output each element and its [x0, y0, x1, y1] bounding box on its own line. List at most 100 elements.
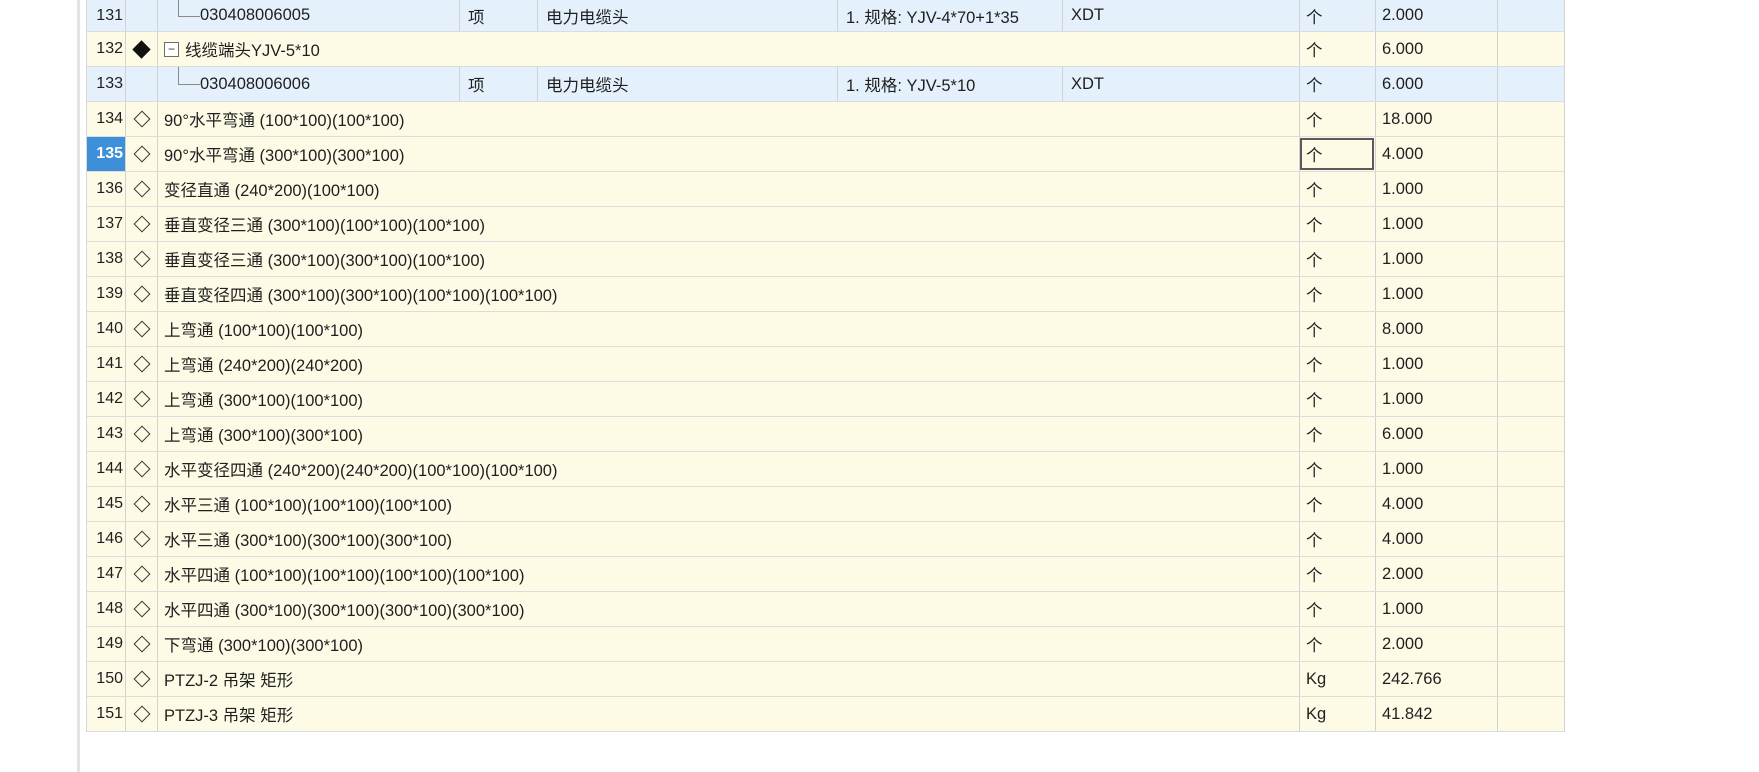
quantity-cell[interactable]: 1.000 — [1375, 207, 1497, 241]
quantity-cell[interactable]: 6.000 — [1375, 32, 1497, 66]
table-row[interactable]: 143 上弯通 (300*100)(300*100) 个 6.000 — [87, 417, 1565, 452]
unit-type-cell[interactable]: 项 — [459, 0, 537, 31]
item-name-cell[interactable]: 垂直变径四通 (300*100)(300*100)(100*100)(100*1… — [157, 277, 1299, 311]
row-number[interactable]: 132 — [87, 32, 125, 66]
row-number[interactable]: 143 — [87, 417, 125, 451]
unit-cell[interactable]: 个 — [1299, 417, 1375, 451]
extra-cell[interactable] — [1497, 522, 1565, 556]
unit-cell[interactable]: 个 — [1299, 627, 1375, 661]
table-row[interactable]: 136 变径直通 (240*200)(100*100) 个 1.000 — [87, 172, 1565, 207]
item-name-cell[interactable]: 上弯通 (240*200)(240*200) — [157, 347, 1299, 381]
extra-cell[interactable] — [1497, 347, 1565, 381]
unit-cell[interactable]: 个 — [1299, 382, 1375, 416]
table-row[interactable]: 146 水平三通 (300*100)(300*100)(300*100) 个 4.00… — [87, 522, 1565, 557]
table-row[interactable]: 139 垂直变径四通 (300*100)(300*100)(100*100)(10… — [87, 277, 1565, 312]
table-row[interactable]: 134 90°水平弯通 (100*100)(100*100) 个 18.000 — [87, 102, 1565, 137]
unit-cell[interactable]: 个 — [1299, 102, 1375, 136]
table-row[interactable]: 145 水平三通 (100*100)(100*100)(100*100) 个 4.00… — [87, 487, 1565, 522]
quantity-cell[interactable]: 1.000 — [1375, 277, 1497, 311]
description-cell[interactable]: 电力电缆头 — [537, 67, 837, 101]
row-number[interactable]: 134 — [87, 102, 125, 136]
extra-cell[interactable] — [1497, 102, 1565, 136]
row-number[interactable]: 140 — [87, 312, 125, 346]
unit-cell[interactable]: 个 — [1299, 172, 1375, 206]
quantity-cell[interactable]: 41.842 — [1375, 697, 1497, 731]
row-number[interactable]: 149 — [87, 627, 125, 661]
unit-cell[interactable]: 个 — [1299, 242, 1375, 276]
table-row[interactable]: 151 PTZJ-3 吊架 矩形 Kg 41.842 — [87, 697, 1565, 732]
item-name-cell[interactable]: 垂直变径三通 (300*100)(300*100)(100*100) — [157, 242, 1299, 276]
quantity-cell[interactable]: 4.000 — [1375, 487, 1497, 521]
item-name-cell[interactable]: 90°水平弯通 (100*100)(100*100) — [157, 102, 1299, 136]
unit-cell[interactable]: 个 — [1299, 557, 1375, 591]
group-row[interactable]: 132− 线缆端头YJV-5*10 个 6.000 — [87, 32, 1565, 67]
extra-cell[interactable] — [1497, 137, 1565, 171]
extra-cell[interactable] — [1497, 697, 1565, 731]
extra-cell[interactable] — [1497, 277, 1565, 311]
table-row[interactable]: 141 上弯通 (240*200)(240*200) 个 1.000 — [87, 347, 1565, 382]
unit-cell[interactable]: 个 — [1299, 277, 1375, 311]
quantity-cell[interactable]: 1.000 — [1375, 382, 1497, 416]
quantity-cell[interactable]: 6.000 — [1375, 67, 1497, 101]
row-number[interactable]: 131 — [87, 0, 125, 31]
row-number[interactable]: 133 — [87, 67, 125, 101]
table-row[interactable]: 135 90°水平弯通 (300*100)(300*100) 个 4.000 — [87, 137, 1565, 172]
extra-cell[interactable] — [1497, 452, 1565, 486]
extra-cell[interactable] — [1497, 417, 1565, 451]
extra-cell[interactable] — [1497, 32, 1565, 66]
row-number[interactable]: 141 — [87, 347, 125, 381]
quantity-cell[interactable]: 8.000 — [1375, 312, 1497, 346]
item-name-cell[interactable]: 上弯通 (100*100)(100*100) — [157, 312, 1299, 346]
quantity-cell[interactable]: 6.000 — [1375, 417, 1497, 451]
table-row[interactable]: 144 水平变径四通 (240*200)(240*200)(100*100)(10… — [87, 452, 1565, 487]
extra-cell[interactable] — [1497, 627, 1565, 661]
unit-cell[interactable]: 个 — [1299, 0, 1375, 31]
extra-cell[interactable] — [1497, 592, 1565, 626]
row-number[interactable]: 145 — [87, 487, 125, 521]
row-number[interactable]: 138 — [87, 242, 125, 276]
quantity-cell[interactable]: 2.000 — [1375, 627, 1497, 661]
item-name-cell[interactable]: PTZJ-2 吊架 矩形 — [157, 662, 1299, 696]
unit-cell-active[interactable]: 个 — [1299, 137, 1375, 171]
unit-cell[interactable]: Kg — [1299, 662, 1375, 696]
row-number[interactable]: 137 — [87, 207, 125, 241]
table-row[interactable]: 137 垂直变径三通 (300*100)(100*100)(100*100) 个 1.… — [87, 207, 1565, 242]
quantity-cell[interactable]: 4.000 — [1375, 137, 1497, 171]
quantity-cell[interactable]: 4.000 — [1375, 522, 1497, 556]
brand-cell[interactable]: XDT — [1062, 67, 1299, 101]
unit-cell[interactable]: 个 — [1299, 312, 1375, 346]
row-number[interactable]: 142 — [87, 382, 125, 416]
item-name-cell[interactable]: 上弯通 (300*100)(100*100) — [157, 382, 1299, 416]
item-name-cell[interactable]: 垂直变径三通 (300*100)(100*100)(100*100) — [157, 207, 1299, 241]
unit-cell[interactable]: 个 — [1299, 452, 1375, 486]
table-row[interactable]: 142 上弯通 (300*100)(100*100) 个 1.000 — [87, 382, 1565, 417]
code-cell[interactable]: 030408006005 — [157, 0, 459, 31]
extra-cell[interactable] — [1497, 382, 1565, 416]
table-row[interactable]: 140 上弯通 (100*100)(100*100) 个 8.000 — [87, 312, 1565, 347]
quantity-cell[interactable]: 2.000 — [1375, 557, 1497, 591]
unit-cell[interactable]: 个 — [1299, 32, 1375, 66]
item-name-cell[interactable]: 水平三通 (100*100)(100*100)(100*100) — [157, 487, 1299, 521]
extra-cell[interactable] — [1497, 207, 1565, 241]
extra-cell[interactable] — [1497, 242, 1565, 276]
extra-cell[interactable] — [1497, 487, 1565, 521]
row-number[interactable]: 135 — [87, 137, 125, 171]
quantity-cell[interactable]: 1.000 — [1375, 452, 1497, 486]
item-name-cell[interactable]: 水平变径四通 (240*200)(240*200)(100*100)(100*1… — [157, 452, 1299, 486]
unit-cell[interactable]: 个 — [1299, 522, 1375, 556]
table-row[interactable]: 147 水平四通 (100*100)(100*100)(100*100)(100*… — [87, 557, 1565, 592]
item-name-cell[interactable]: 水平四通 (300*100)(300*100)(300*100)(300*100… — [157, 592, 1299, 626]
unit-type-cell[interactable]: 项 — [459, 67, 537, 101]
row-number[interactable]: 146 — [87, 522, 125, 556]
item-name-cell[interactable]: 变径直通 (240*200)(100*100) — [157, 172, 1299, 206]
row-number[interactable]: 136 — [87, 172, 125, 206]
quantity-cell[interactable]: 242.766 — [1375, 662, 1497, 696]
spec-cell[interactable]: 1. 规格: YJV-4*70+1*35 — [837, 0, 1062, 31]
collapse-toggle-icon[interactable]: − — [164, 41, 179, 57]
table-row[interactable]: 148 水平四通 (300*100)(300*100)(300*100)(300*… — [87, 592, 1565, 627]
item-name-cell[interactable]: 水平四通 (100*100)(100*100)(100*100)(100*100… — [157, 557, 1299, 591]
unit-cell[interactable]: 个 — [1299, 592, 1375, 626]
row-number[interactable]: 147 — [87, 557, 125, 591]
row-number[interactable]: 151 — [87, 697, 125, 731]
extra-cell[interactable] — [1497, 557, 1565, 591]
